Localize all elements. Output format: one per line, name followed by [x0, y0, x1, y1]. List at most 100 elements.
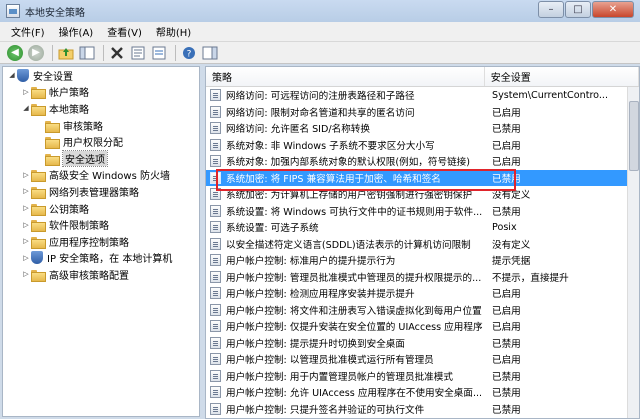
menu-file[interactable]: 文件(F) [4, 22, 52, 41]
expand-down-icon[interactable]: ◢ [21, 104, 31, 112]
security-setting-value: 已禁用 [492, 404, 521, 416]
policy-row[interactable]: 网络访问: 允许匿名 SID/名称转换 已禁用 [206, 120, 639, 137]
close-button[interactable]: ✕ [592, 1, 634, 18]
folder-icon [31, 236, 46, 249]
tree-item[interactable]: ▷ 应用程序控制策略 [3, 233, 199, 250]
security-setting-value: 提示凭据 [492, 256, 531, 268]
policy-row[interactable]: 用户帐户控制: 标准用户的提升提示行为 提示凭据 [206, 252, 639, 269]
folder-up-icon [58, 47, 74, 59]
tree-item[interactable]: 用户权限分配 [3, 133, 199, 150]
up-level-button[interactable] [57, 44, 75, 62]
back-button[interactable]: ◀ [6, 44, 24, 62]
policy-item-icon [210, 303, 221, 316]
folder-icon [31, 269, 46, 282]
policy-name: 系统加密: 将 FIPS 兼容算法用于加密、哈希和签名 [226, 173, 441, 185]
policy-row[interactable]: 以安全描述符定义语言(SDDL)语法表示的计算机访问限制 没有定义 [206, 236, 639, 253]
folder-icon [31, 169, 46, 183]
menu-action[interactable]: 操作(A) [52, 22, 101, 41]
folder-icon [45, 120, 60, 133]
security-setting-value: 没有定义 [492, 190, 531, 202]
tree-item[interactable]: 审核策略 [3, 117, 199, 134]
tree-item-label: 审核策略 [63, 121, 103, 133]
tree-item[interactable]: 安全选项 [3, 149, 199, 167]
expand-right-icon[interactable]: ▷ [21, 221, 31, 229]
policy-cell: 系统对象: 加强内部系统对象的默认权限(例如，符号链接) [206, 154, 486, 168]
window-title: 本地安全策略 [25, 7, 85, 19]
forward-button[interactable]: ▶ [27, 44, 45, 62]
vertical-scrollbar[interactable] [627, 87, 639, 418]
tree-item[interactable]: ▷ 公钥策略 [3, 200, 199, 217]
maximize-button[interactable]: □ [565, 1, 591, 18]
export-list-button[interactable] [150, 44, 168, 62]
policy-row[interactable]: 用户帐户控制: 允许 UIAccess 应用程序在不使用安全桌面... 已禁用 [206, 384, 639, 401]
delete-button[interactable] [108, 44, 126, 62]
policy-name: 用户帐户控制: 仅提升安装在安全位置的 UIAccess 应用程序 [226, 322, 483, 334]
policy-item-icon [210, 287, 221, 300]
expand-right-icon[interactable]: ▷ [21, 204, 31, 212]
help-button[interactable]: ? [180, 44, 198, 62]
svg-text:?: ? [187, 49, 192, 59]
folder-icon [45, 136, 60, 150]
properties-button[interactable] [129, 44, 147, 62]
policy-row[interactable]: 系统加密: 为计算机上存储的用户密钥强制进行强密钥保护 没有定义 [206, 186, 639, 203]
policy-row[interactable]: 系统对象: 加强内部系统对象的默认权限(例如，符号链接) 已启用 [206, 153, 639, 170]
policy-row[interactable]: 用户帐户控制: 管理员批准模式中管理员的提升权限提示的... 不提示，直接提升 [206, 269, 639, 286]
policy-row[interactable]: 用户帐户控制: 将文件和注册表写入错误虚拟化到每用户位置 已启用 [206, 302, 639, 319]
security-setting-value: 已启用 [492, 322, 521, 334]
policy-row[interactable]: 用户帐户控制: 仅提升安装在安全位置的 UIAccess 应用程序 已启用 [206, 318, 639, 335]
help-icon: ? [183, 46, 195, 59]
tree-item[interactable]: ▷ 帐户策略 [3, 84, 199, 101]
expand-right-icon[interactable]: ▷ [21, 237, 31, 245]
policy-row[interactable]: 用户帐户控制: 用于内置管理员帐户的管理员批准模式 已禁用 [206, 368, 639, 385]
show-action-pane-button[interactable] [201, 44, 219, 62]
policy-row[interactable]: 用户帐户控制: 提示提升时切换到安全桌面 已禁用 [206, 335, 639, 352]
minimize-button[interactable]: – [538, 1, 564, 18]
tree-item[interactable]: ▷ IP 安全策略，在 本地计算机 [3, 250, 199, 267]
expand-right-icon[interactable]: ▷ [21, 254, 31, 262]
policy-name: 用户帐户控制: 管理员批准模式中管理员的提升权限提示的... [226, 272, 482, 284]
policy-name: 用户帐户控制: 标准用户的提升提示行为 [226, 256, 396, 268]
tree-item[interactable]: ▷ 软件限制策略 [3, 216, 199, 233]
policy-row[interactable]: 网络访问: 限制对命名管道和共享的匿名访问 已启用 [206, 104, 639, 121]
policy-row[interactable]: 用户帐户控制: 只提升签名并验证的可执行文件 已禁用 [206, 401, 639, 418]
column-header-policy[interactable]: 策略 [206, 67, 485, 86]
policy-row[interactable]: 用户帐户控制: 以管理员批准模式运行所有管理员 已启用 [206, 351, 639, 368]
policy-item-icon [210, 138, 221, 151]
policy-row[interactable]: 系统加密: 将 FIPS 兼容算法用于加密、哈希和签名 已禁用 [206, 169, 639, 186]
policy-cell: 用户帐户控制: 管理员批准模式中管理员的提升权限提示的... [206, 270, 486, 284]
shield-icon [17, 68, 29, 82]
tree-item[interactable]: ▷ 网络列表管理器策略 [3, 183, 199, 200]
expand-right-icon[interactable]: ▷ [21, 88, 31, 96]
expand-right-icon[interactable]: ▷ [21, 270, 31, 278]
tree-item[interactable]: ◢ 安全设置 [3, 67, 199, 84]
policy-row[interactable]: 用户帐户控制: 检测应用程序安装并提示提升 已启用 [206, 285, 639, 302]
security-setting-value: 已启用 [492, 157, 521, 169]
security-setting-value: 已禁用 [492, 124, 521, 136]
security-setting-value: 没有定义 [492, 239, 531, 251]
tree-item-label: 高级安全 Windows 防火墙 [49, 171, 170, 183]
security-setting-value: Posix [492, 221, 517, 233]
tree-item[interactable]: ▷ 高级安全 Windows 防火墙 [3, 167, 199, 184]
policy-item-icon [210, 221, 221, 234]
column-header-setting[interactable]: 安全设置 [485, 67, 639, 86]
policy-item-icon [210, 188, 221, 201]
tree-item[interactable]: ◢ 本地策略 [3, 100, 199, 117]
policy-row[interactable]: 系统设置: 将 Windows 可执行文件中的证书规则用于软件... 已禁用 [206, 203, 639, 220]
policy-name: 系统对象: 非 Windows 子系统不要求区分大小写 [226, 140, 435, 152]
expand-down-icon[interactable]: ◢ [7, 71, 17, 79]
show-hide-tree-button[interactable] [78, 44, 96, 62]
menu-help[interactable]: 帮助(H) [149, 22, 198, 41]
policy-item-icon [210, 320, 221, 333]
expand-right-icon[interactable]: ▷ [21, 171, 31, 179]
policy-row[interactable]: 系统设置: 可选子系统 Posix [206, 219, 639, 236]
security-setting-value: 已启用 [492, 140, 521, 152]
menu-view[interactable]: 查看(V) [100, 22, 149, 41]
scrollbar-thumb[interactable] [629, 101, 639, 171]
policy-row[interactable]: 系统对象: 非 Windows 子系统不要求区分大小写 已启用 [206, 137, 639, 154]
expand-right-icon[interactable]: ▷ [21, 187, 31, 195]
folder-icon [31, 86, 46, 100]
app-icon [6, 4, 20, 18]
tree-item[interactable]: ▷ 高级审核策略配置 [3, 266, 199, 283]
policy-item-icon [210, 336, 221, 349]
policy-row[interactable]: 网络访问: 可远程访问的注册表路径和子路径 System\CurrentContr… [206, 87, 639, 104]
